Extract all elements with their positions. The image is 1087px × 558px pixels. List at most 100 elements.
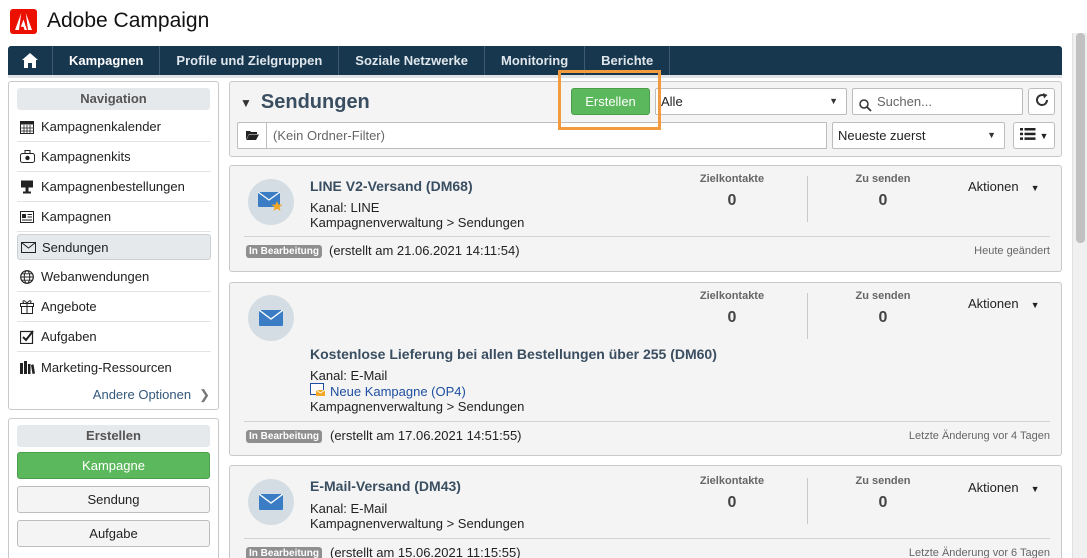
checkbox-icon [19, 329, 35, 345]
campaign-icon [310, 383, 326, 400]
actions-dropdown[interactable]: Aktionen ▼ [968, 296, 1040, 311]
books-icon [19, 359, 35, 375]
other-options-label: Andere Optionen [92, 387, 192, 402]
calendar-icon [19, 119, 35, 135]
sidebar-item-label: Aufgaben [41, 329, 97, 344]
created-date: (erstellt am 15.06.2021 11:15:55) [330, 545, 521, 558]
sidebar-item-label: Sendungen [42, 239, 109, 255]
to-send-label: Zu senden [855, 173, 911, 185]
chevron-down-icon: ▼ [829, 96, 838, 106]
modified-info: Letzte Änderung vor 4 Tagen [908, 430, 1050, 442]
kit-icon [19, 149, 35, 165]
sort-select[interactable]: Neueste zuerst ▼ [832, 122, 1005, 149]
tab-kampagnen[interactable]: Kampagnen [53, 46, 161, 75]
search-input[interactable]: Suchen... [852, 88, 1023, 115]
create-campaign-button[interactable]: Kampagne [17, 452, 210, 479]
sidebar-item-label: Angebote [41, 299, 97, 314]
chevron-down-icon: ▼ [1039, 130, 1049, 141]
folder-button[interactable] [237, 122, 267, 149]
campaign-icon [19, 209, 35, 225]
home-icon[interactable] [8, 46, 53, 75]
create-delivery-button[interactable]: Sendung [17, 486, 210, 513]
sidebar-item-kampagnen[interactable]: Kampagnen [17, 202, 211, 232]
status-badge: In Bearbeitung [246, 430, 323, 443]
delivery-title[interactable]: LINE V2-Versand (DM68) [310, 178, 473, 194]
view-mode-button[interactable]: ▼ [1013, 122, 1055, 149]
target-contacts-value: 0 [727, 192, 737, 209]
delivery-card[interactable]: E-Mail-Versand (DM43) Kanal: E-Mail Kamp… [229, 465, 1062, 558]
navigation-heading: Navigation [17, 88, 210, 110]
sidebar-item-label: Kampagnenbestellungen [41, 179, 185, 194]
stat-divider [807, 176, 808, 222]
chevron-down-icon: ▼ [987, 130, 996, 140]
other-options-link[interactable]: Andere Optionen ❯ [93, 387, 210, 403]
delivery-path: Kampagnenverwaltung > Sendungen [310, 399, 525, 414]
sidebar-item-angebote[interactable]: Angebote [17, 292, 211, 322]
status-badge: In Bearbeitung [246, 245, 323, 258]
delivery-title[interactable]: E-Mail-Versand (DM43) [310, 478, 461, 494]
to-send-value: 0 [878, 494, 888, 511]
actions-label: Aktionen [968, 179, 1019, 194]
sidebar-item-marketing-ressourcen[interactable]: Marketing-Ressourcen [17, 352, 211, 382]
target-contacts-value: 0 [727, 494, 737, 511]
created-date: (erstellt am 17.06.2021 14:51:55) [330, 428, 522, 443]
chevron-down-icon: ▼ [1030, 484, 1040, 494]
sidebar-item-sendungen[interactable]: Sendungen [17, 234, 211, 260]
campaign-link[interactable]: Neue Kampagne (OP4) [310, 383, 466, 400]
folder-open-icon [245, 128, 259, 143]
collapse-triangle-icon[interactable]: ▼ [240, 96, 252, 110]
search-icon [859, 95, 872, 120]
envelope-icon [20, 239, 36, 255]
delivery-channel: Kanal: LINE [310, 200, 380, 215]
sidebar-item-label: Kampagnen [41, 209, 112, 224]
gift-icon [19, 299, 35, 315]
to-send-label: Zu senden [855, 475, 911, 487]
delivery-footer: In Bearbeitung (erstellt am 15.06.2021 1… [244, 538, 1050, 558]
delivery-card[interactable]: Zielkontakte 0 Zu senden 0 Aktionen ▼ Kos… [229, 282, 1062, 456]
campaign-link-label: Neue Kampagne (OP4) [330, 384, 466, 399]
actions-dropdown[interactable]: Aktionen ▼ [968, 480, 1040, 495]
delivery-path: Kampagnenverwaltung > Sendungen [310, 215, 525, 230]
actions-label: Aktionen [968, 296, 1019, 311]
line-delivery-icon [248, 179, 294, 225]
sidebar-item-label: Webanwendungen [41, 269, 150, 284]
target-contacts-value: 0 [727, 309, 737, 326]
navbar-underline [8, 75, 1062, 78]
search-placeholder: Suchen... [877, 94, 932, 109]
sidebar-item-kampagnenkits[interactable]: Kampagnenkits [17, 142, 211, 172]
scrollbar-thumb[interactable] [1076, 33, 1085, 243]
sidebar-item-webanwendungen[interactable]: Webanwendungen [17, 262, 211, 292]
folder-filter-input[interactable]: (Kein Ordner-Filter) [266, 122, 827, 149]
create-panel: Erstellen Kampagne Sendung Aufgabe [8, 418, 219, 558]
stat-divider [807, 293, 808, 339]
app-title: Adobe Campaign [47, 9, 210, 32]
actions-dropdown[interactable]: Aktionen ▼ [968, 179, 1040, 194]
target-contacts-label: Zielkontakte [699, 290, 765, 302]
section-title[interactable]: ▼ Sendungen [240, 91, 370, 114]
create-task-button[interactable]: Aufgabe [17, 520, 210, 547]
adobe-logo-icon [10, 9, 37, 34]
delivery-card[interactable]: LINE V2-Versand (DM68) Kanal: LINE Kampa… [229, 165, 1062, 272]
to-send-value: 0 [878, 309, 888, 326]
refresh-button[interactable] [1028, 88, 1055, 115]
sidebar-item-label: Kampagnenkalender [41, 119, 161, 134]
target-contacts-label: Zielkontakte [699, 173, 765, 185]
tab-profile-und-zielgruppen[interactable]: Profile und Zielgruppen [160, 46, 340, 75]
tab-soziale-netzwerke[interactable]: Soziale Netzwerke [339, 46, 486, 75]
filter-select[interactable]: Alle ▼ [655, 88, 847, 115]
section-title-label: Sendungen [260, 91, 370, 113]
delivery-channel: Kanal: E-Mail [310, 501, 388, 516]
delivery-channel: Kanal: E-Mail [310, 368, 388, 383]
delivery-footer: In Bearbeitung (erstellt am 17.06.2021 1… [244, 421, 1050, 445]
sidebar-item-aufgaben[interactable]: Aufgaben [17, 322, 211, 352]
page-scrollbar[interactable] [1072, 33, 1087, 558]
actions-label: Aktionen [968, 480, 1019, 495]
create-heading: Erstellen [17, 425, 210, 447]
delivery-path: Kampagnenverwaltung > Sendungen [310, 516, 525, 531]
sidebar-item-kampagnenbestellungen[interactable]: Kampagnenbestellungen [17, 172, 211, 202]
order-icon [19, 179, 35, 195]
app-header: Adobe Campaign [0, 0, 1087, 44]
modified-info: Heute geändert [974, 245, 1050, 257]
sidebar-item-kampagnenkalender[interactable]: Kampagnenkalender [17, 112, 211, 142]
delivery-title[interactable]: Kostenlose Lieferung bei allen Bestellun… [310, 346, 717, 362]
